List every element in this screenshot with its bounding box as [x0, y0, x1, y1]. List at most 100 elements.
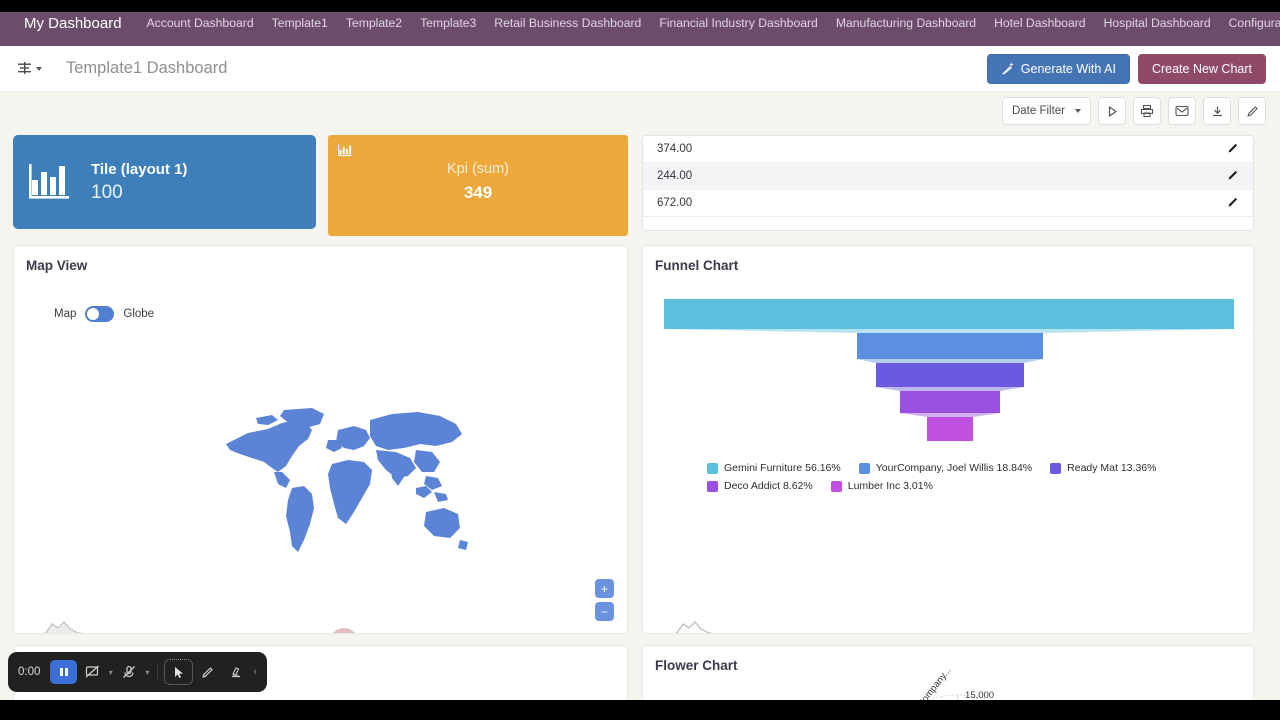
recording-timer: 0:00: [18, 666, 40, 678]
sparkline-preview: [667, 615, 727, 634]
row-value: 244.00: [657, 170, 692, 182]
legend-swatch: [707, 481, 718, 492]
nav-item-configuration[interactable]: Configuration: [1220, 12, 1280, 34]
world-map-image[interactable]: [220, 406, 470, 561]
generate-with-ai-label: Generate With AI: [1021, 62, 1116, 76]
pen-icon: [201, 666, 214, 679]
map-toggle-right-label: Globe: [123, 308, 154, 320]
sparkline-preview: [36, 615, 96, 634]
control-panel: Template1 Dashboard Generate With AI Cre…: [0, 46, 1280, 92]
map-globe-toggle[interactable]: [85, 306, 114, 322]
map-marker[interactable]: [329, 628, 359, 634]
eraser-icon: [229, 666, 243, 679]
chevron-down-icon[interactable]: ▾: [108, 668, 114, 677]
funnel-chart-title: Funnel Chart: [643, 246, 1253, 273]
eraser-tool-button[interactable]: [223, 660, 250, 684]
funnel-chart-legend: Gemini Furniture 56.16% YourCompany, Joe…: [643, 452, 1253, 492]
legend-item[interactable]: YourCompany, Joel Willis 18.84%: [859, 462, 1032, 474]
nav-item-financial-industry-dashboard[interactable]: Financial Industry Dashboard: [650, 12, 827, 34]
date-filter-dropdown[interactable]: Date Filter: [1002, 97, 1091, 125]
print-icon: [1140, 104, 1154, 118]
legend-swatch: [859, 463, 870, 474]
collapse-toolbar-icon[interactable]: ‹: [253, 666, 257, 678]
bar-chart-icon: [338, 143, 352, 157]
map-zoom-out-button[interactable]: −: [595, 602, 614, 621]
legend-swatch: [1050, 463, 1061, 474]
legend-item[interactable]: Lumber Inc 3.01%: [831, 480, 933, 492]
pencil-icon[interactable]: [1227, 196, 1239, 211]
pen-tool-button[interactable]: [194, 660, 221, 684]
map-zoom-in-button[interactable]: +: [595, 579, 614, 598]
kpi-value: 349: [328, 177, 628, 203]
create-new-chart-button[interactable]: Create New Chart: [1138, 54, 1266, 84]
chevron-down-icon[interactable]: ▾: [144, 668, 150, 677]
list-view-icon: [18, 62, 33, 75]
nav-item-template2[interactable]: Template2: [337, 12, 411, 34]
legend-label: Lumber Inc 3.01%: [848, 480, 933, 492]
microphone-off-button[interactable]: [116, 660, 143, 684]
chevron-down-icon: [36, 67, 42, 71]
view-switcher-button[interactable]: [14, 59, 46, 78]
edit-button[interactable]: [1238, 97, 1266, 125]
funnel-chart-plot[interactable]: [643, 297, 1253, 452]
nav-item-retail-business-dashboard[interactable]: Retail Business Dashboard: [485, 12, 650, 34]
legend-item[interactable]: Ready Mat 13.36%: [1050, 462, 1156, 474]
page-title: Template1 Dashboard: [66, 59, 227, 78]
pause-button[interactable]: [50, 660, 77, 684]
screen-top-letterbox: [0, 0, 1280, 12]
legend-item[interactable]: Deco Addict 8.62%: [707, 480, 813, 492]
nav-item-manufacturing-dashboard[interactable]: Manufacturing Dashboard: [827, 12, 985, 34]
map-toggle-left-label: Map: [54, 308, 76, 320]
kpi-card[interactable]: Kpi (sum) 349: [328, 135, 628, 236]
download-icon: [1211, 105, 1224, 118]
legend-label: Gemini Furniture 56.16%: [724, 462, 841, 474]
map-zoom-controls: + −: [595, 579, 614, 621]
create-new-chart-label: Create New Chart: [1152, 62, 1252, 76]
generate-with-ai-button[interactable]: Generate With AI: [987, 54, 1130, 84]
chevron-down-icon: [1075, 109, 1081, 113]
control-panel-actions: Generate With AI Create New Chart: [987, 54, 1266, 84]
row-value: 374.00: [657, 143, 692, 155]
legend-label: YourCompany, Joel Willis 18.84%: [876, 462, 1032, 474]
email-button[interactable]: [1168, 97, 1196, 125]
table-row[interactable]: 672.00: [643, 190, 1253, 217]
cursor-tool-button[interactable]: [165, 660, 192, 684]
screen-share-off-button[interactable]: [79, 660, 106, 684]
pencil-icon[interactable]: [1227, 142, 1239, 157]
legend-swatch: [831, 481, 842, 492]
print-button[interactable]: [1133, 97, 1161, 125]
tile-card[interactable]: Tile (layout 1) 100: [13, 135, 316, 229]
pencil-icon: [1246, 105, 1259, 118]
list-card: 374.00 244.00 672.00: [642, 135, 1254, 231]
legend-item[interactable]: Gemini Furniture 56.16%: [707, 462, 841, 474]
nav-item-account-dashboard[interactable]: Account Dashboard: [138, 12, 263, 34]
pause-icon: [58, 666, 70, 678]
run-button[interactable]: [1098, 97, 1126, 125]
tile-label: Tile (layout 1): [91, 161, 187, 178]
cursor-icon: [173, 666, 185, 679]
nav-item-template3[interactable]: Template3: [411, 12, 485, 34]
legend-label: Deco Addict 8.62%: [724, 480, 813, 492]
pencil-icon[interactable]: [1227, 169, 1239, 184]
apps-grid-icon[interactable]: [12, 14, 16, 32]
map-view-card: Map View Map Globe: [13, 245, 628, 634]
funnel-chart-card: Funnel Chart Gemini Furniture 56.16%: [642, 245, 1254, 634]
tile-value: 100: [91, 182, 187, 204]
mic-off-icon: [122, 665, 136, 679]
nav-item-hospital-dashboard[interactable]: Hospital Dashboard: [1095, 12, 1220, 34]
dashboard-grid: Tile (layout 1) 100 Kpi (sum) 349 374.00…: [0, 130, 1280, 720]
legend-label: Ready Mat 13.36%: [1067, 462, 1156, 474]
legend-swatch: [707, 463, 718, 474]
nav-item-hotel-dashboard[interactable]: Hotel Dashboard: [985, 12, 1094, 34]
screen-recorder-toolbar: 0:00 ▾ ▾ ‹: [8, 652, 267, 692]
table-row[interactable]: 244.00: [643, 163, 1253, 190]
run-icon: [1106, 105, 1119, 118]
brand-title[interactable]: My Dashboard: [24, 15, 122, 32]
divider: [157, 663, 158, 681]
download-button[interactable]: [1203, 97, 1231, 125]
map-globe-toggle-row: Map Globe: [54, 306, 627, 322]
nav-item-template1[interactable]: Template1: [263, 12, 337, 34]
bar-chart-icon: [29, 160, 75, 204]
table-row[interactable]: 374.00: [643, 136, 1253, 163]
map-view-title: Map View: [14, 246, 627, 273]
